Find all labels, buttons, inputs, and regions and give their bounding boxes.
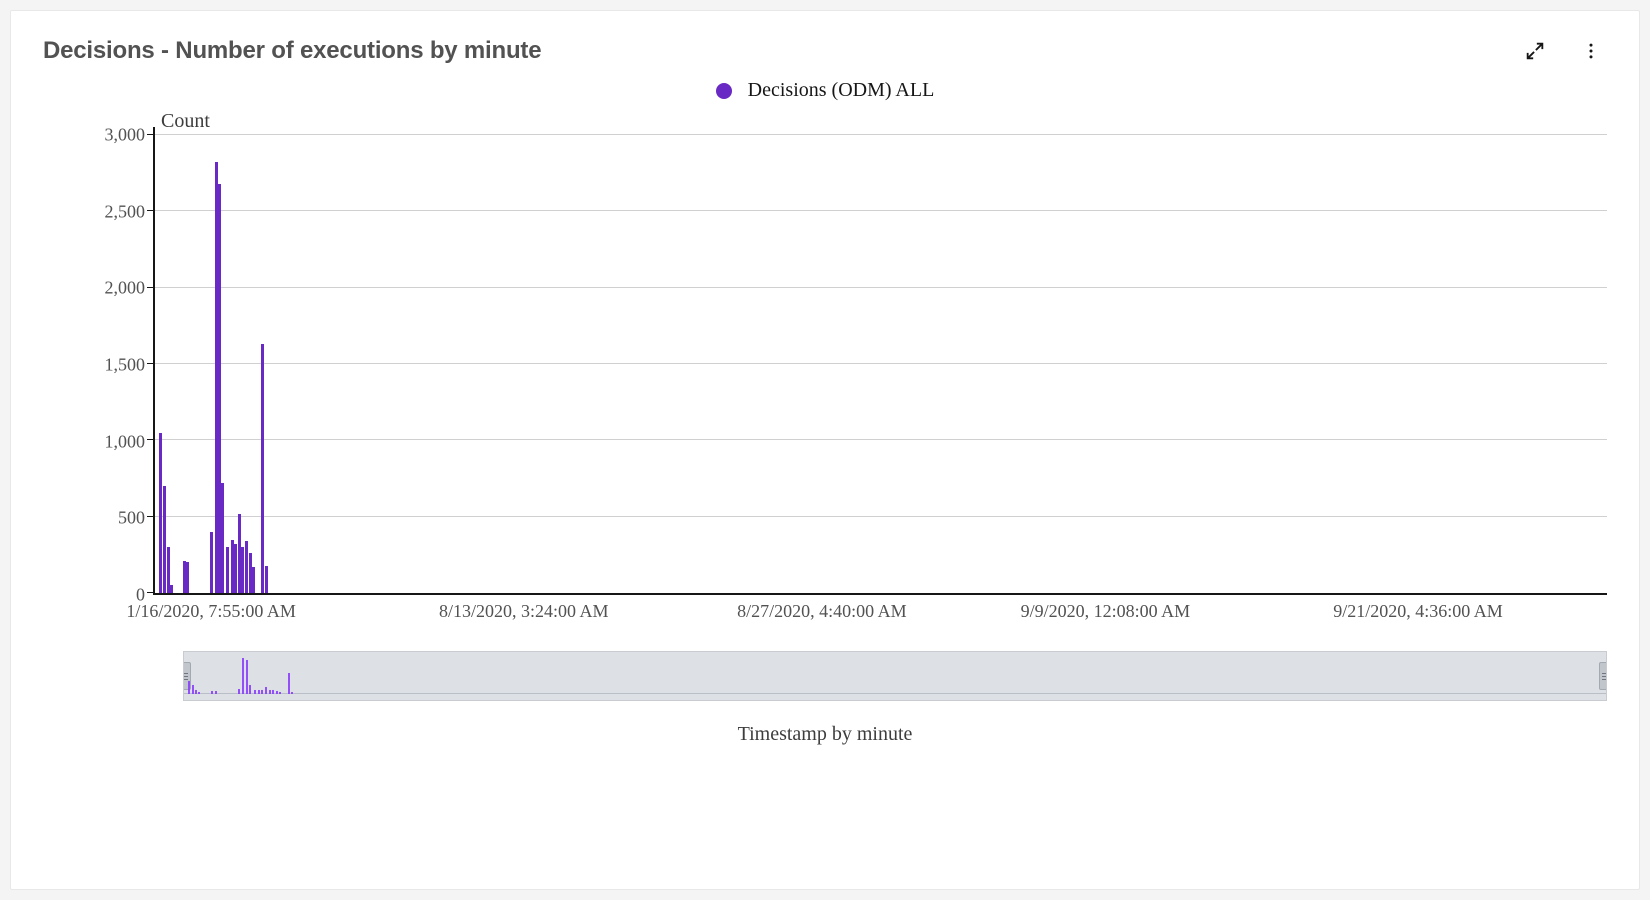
grid-line <box>155 363 1607 364</box>
y-tick-label: 1,000 <box>105 431 146 452</box>
y-tick-label: 500 <box>118 508 145 529</box>
range-spark <box>215 691 217 694</box>
y-tick-mark <box>147 134 155 135</box>
range-spark <box>246 660 248 694</box>
range-spark <box>291 692 293 694</box>
grid-line <box>155 439 1607 440</box>
more-icon[interactable] <box>1575 35 1607 67</box>
range-spark <box>269 690 271 694</box>
range-spark <box>288 673 290 694</box>
y-tick-mark <box>147 287 155 288</box>
range-spark <box>265 687 267 694</box>
chart-card: Decisions - Number of executions by minu… <box>10 10 1640 890</box>
chart-area: Count 05001,0001,5002,0002,5003,000 1/16… <box>43 110 1607 871</box>
bar[interactable] <box>241 547 244 593</box>
bar[interactable] <box>265 566 268 593</box>
plot[interactable] <box>153 135 1607 595</box>
range-slider[interactable] <box>183 651 1607 701</box>
bar[interactable] <box>234 544 237 593</box>
bar[interactable] <box>252 567 255 593</box>
y-tick-mark <box>147 210 155 211</box>
x-tick-label: 9/21/2020, 4:36:00 AM <box>1333 601 1503 622</box>
y-tick-mark <box>147 363 155 364</box>
range-spark <box>254 690 256 694</box>
range-spark <box>192 685 194 694</box>
range-spark <box>211 691 213 694</box>
bar[interactable] <box>226 547 229 593</box>
y-tick-label: 2,000 <box>105 278 146 299</box>
grid-line <box>155 516 1607 517</box>
bar[interactable] <box>245 541 248 593</box>
plot-row: 05001,0001,5002,0002,5003,000 <box>43 135 1607 595</box>
bar[interactable] <box>238 514 241 593</box>
range-spark <box>276 691 278 694</box>
grid-line <box>155 134 1607 135</box>
legend-color-dot <box>716 83 732 99</box>
y-axis-title: Count <box>161 110 1607 133</box>
bar[interactable] <box>261 344 264 593</box>
range-spark <box>249 685 251 694</box>
grid-line <box>155 287 1607 288</box>
x-tick-label: 8/13/2020, 3:24:00 AM <box>439 601 609 622</box>
card-actions <box>1519 35 1607 67</box>
x-tick-label: 1/16/2020, 7:55:00 AM <box>126 601 296 622</box>
x-tick-label: 8/27/2020, 4:40:00 AM <box>737 601 907 622</box>
legend-label: Decisions (ODM) ALL <box>748 79 935 102</box>
range-spark <box>195 690 197 694</box>
bar[interactable] <box>186 562 189 593</box>
y-axis: 05001,0001,5002,0002,5003,000 <box>43 135 153 595</box>
range-spark <box>279 692 281 694</box>
x-axis: 1/16/2020, 7:55:00 AM 8/13/2020, 3:24:00 … <box>43 601 1607 629</box>
range-spark <box>242 658 244 694</box>
y-tick-mark <box>147 516 155 517</box>
range-spark <box>261 690 263 694</box>
range-spark <box>238 689 240 694</box>
legend[interactable]: Decisions (ODM) ALL <box>43 79 1607 102</box>
bar[interactable] <box>231 540 234 593</box>
range-spark <box>258 690 260 694</box>
y-tick-label: 2,500 <box>105 201 146 222</box>
bar[interactable] <box>221 483 224 593</box>
card-title: Decisions - Number of executions by minu… <box>43 37 541 65</box>
range-spark <box>188 681 190 694</box>
expand-icon[interactable] <box>1519 35 1551 67</box>
grid-line <box>155 210 1607 211</box>
range-spark <box>198 692 200 694</box>
y-tick-mark <box>147 592 155 593</box>
bar[interactable] <box>210 532 213 593</box>
bar[interactable] <box>163 486 166 593</box>
bar[interactable] <box>170 585 173 593</box>
bar[interactable] <box>215 162 218 593</box>
bar[interactable] <box>183 561 186 593</box>
bar[interactable] <box>159 433 162 593</box>
range-baseline <box>184 693 1606 694</box>
range-handle-right[interactable] <box>1599 662 1607 690</box>
x-axis-title: Timestamp by minute <box>43 723 1607 746</box>
range-spark <box>272 690 274 694</box>
y-tick-label: 1,500 <box>105 355 146 376</box>
y-tick-mark <box>147 439 155 440</box>
y-tick-label: 3,000 <box>105 125 146 146</box>
card-header: Decisions - Number of executions by minu… <box>43 35 1607 67</box>
x-tick-label: 9/9/2020, 12:08:00 AM <box>1021 601 1191 622</box>
